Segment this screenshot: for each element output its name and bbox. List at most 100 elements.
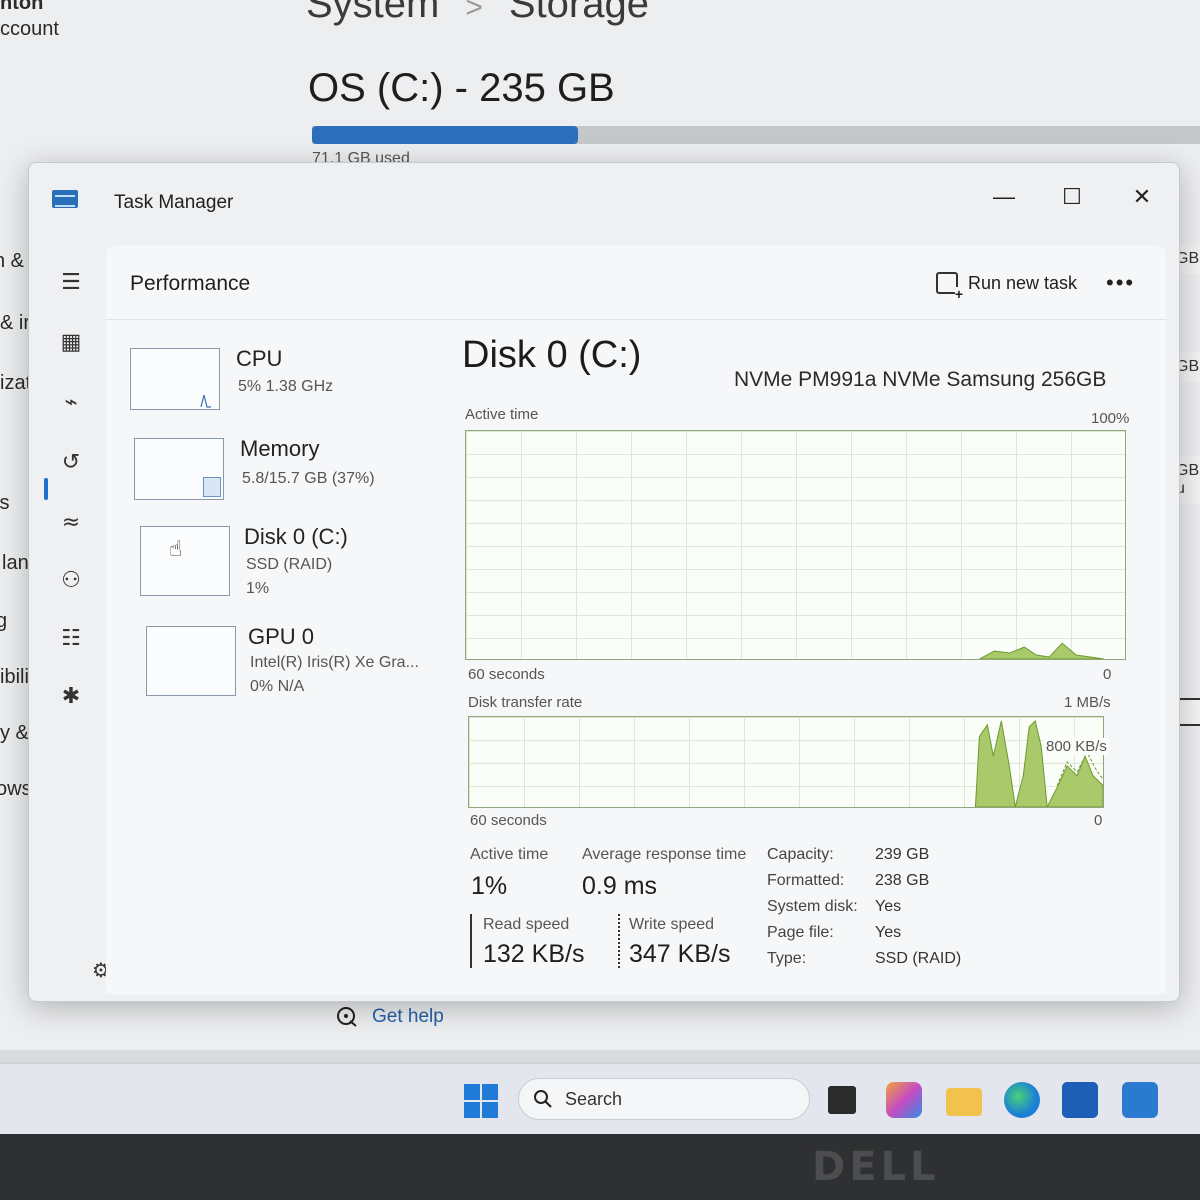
disk-model: NVMe PM991a NVMe Samsung 256GB [734, 368, 1107, 391]
start-icon[interactable] [464, 1084, 498, 1118]
title-bar[interactable]: Task Manager — ☐ ✕ [28, 162, 1180, 242]
property-key: System disk: [767, 898, 858, 915]
perf-item-memory[interactable]: Memory 5.8/15.7 GB (37%) [130, 436, 440, 508]
file-manager-icon[interactable] [828, 1086, 856, 1114]
property-value: SSD (RAID) [875, 950, 962, 967]
avg-response-label: Average response time [582, 846, 747, 863]
property-value: Yes [875, 924, 902, 941]
task-manager-app-icon [52, 190, 78, 208]
property-value: Yes [875, 898, 902, 915]
minimize-button[interactable]: — [984, 180, 1024, 214]
hamburger-menu-icon[interactable]: ☰ [58, 270, 84, 296]
breadcrumb-current: Storage [508, 0, 649, 26]
storage-usage-bar [312, 126, 1200, 144]
perf-item-sub: 5.8/15.7 GB (37%) [242, 470, 375, 487]
performance-icon[interactable]: ⌁ [58, 390, 84, 416]
nav-fragment[interactable]: ts [0, 492, 10, 515]
nav-fragment[interactable]: & ir [0, 312, 30, 335]
memory-thumbnail [134, 438, 224, 500]
transfer-rate-graph [468, 716, 1104, 808]
memory-fill [203, 477, 221, 497]
active-indicator [44, 478, 48, 500]
brand-logo: DELL [812, 1144, 940, 1190]
write-speed-marker [618, 914, 620, 968]
nav-fragment[interactable]: nton [0, 0, 43, 15]
taskbar: Search [0, 1062, 1200, 1134]
transfer-graph-label: Disk transfer rate [468, 694, 583, 711]
performance-panel: Performance Run new task ••• CPU 5% 1.38… [106, 246, 1166, 994]
nav-fragment[interactable]: n & [0, 250, 24, 273]
write-speed-value: 347 KB/s [629, 940, 731, 968]
run-new-task-label: Run new task [968, 272, 1078, 293]
edge-icon[interactable] [1004, 1082, 1040, 1118]
startup-apps-icon[interactable]: ≈ [58, 510, 84, 536]
property-key: Page file: [767, 924, 834, 941]
active-time-graph-label: Active time [465, 406, 539, 423]
services-icon[interactable]: ✱ [58, 684, 84, 710]
perf-item-name: Disk 0 (C:) [244, 524, 348, 549]
run-task-icon [936, 272, 963, 301]
help-chat-icon [337, 1007, 357, 1027]
window-title: Task Manager [114, 192, 234, 213]
more-options-button[interactable]: ••• [1106, 270, 1135, 296]
app-history-icon[interactable]: ↺ [58, 450, 84, 476]
perf-item-sub: SSD (RAID) [246, 556, 333, 573]
active-time-graph-duration: 60 seconds [468, 666, 545, 683]
folder-icon[interactable] [946, 1088, 982, 1116]
transfer-graph-min: 0 [1094, 812, 1103, 829]
maximize-button[interactable]: ☐ [1052, 180, 1092, 214]
copilot-icon[interactable] [886, 1082, 922, 1118]
perf-item-disk[interactable]: ☝ Disk 0 (C:) SSD (RAID) 1% [130, 524, 440, 608]
avg-response-value: 0.9 ms [582, 872, 658, 900]
property-value: 238 GB [875, 872, 930, 889]
read-speed-value: 132 KB/s [483, 940, 585, 968]
disk-title: Disk 0 (C:) [462, 334, 642, 376]
perf-item-sub: 1% [246, 580, 270, 597]
close-button[interactable]: ✕ [1122, 180, 1162, 214]
property-key: Formatted: [767, 872, 845, 889]
processes-icon[interactable]: ▦ [58, 330, 84, 356]
app-icon[interactable] [1122, 1082, 1158, 1118]
gpu-thumbnail [146, 626, 236, 696]
property-key: Type: [767, 950, 807, 967]
nav-fragment[interactable]: ccount [0, 18, 59, 41]
property-value: 239 GB [875, 846, 930, 863]
content-header: Performance Run new task ••• [106, 246, 1166, 320]
users-icon[interactable]: ⚇ [58, 568, 84, 594]
perf-item-sub: Intel(R) Iris(R) Xe Gra... [250, 654, 419, 671]
transfer-rate-series [974, 719, 1103, 807]
breadcrumb: System > Storage [306, 0, 649, 27]
laptop-bezel [0, 1134, 1200, 1200]
get-help-link[interactable]: Get help [336, 1006, 444, 1028]
drive-title: OS (C:) - 235 GB [308, 66, 615, 110]
active-time-label: Active time [470, 846, 549, 863]
hand-cursor-icon: ☝ [169, 537, 183, 562]
perf-item-sub: 0% N/A [250, 678, 305, 695]
active-time-graph-max: 100% [1091, 410, 1130, 427]
transfer-graph-max: 1 MB/s [1064, 694, 1111, 711]
run-new-task-button[interactable]: Run new task [936, 272, 1078, 301]
task-manager-window: Task Manager — ☐ ✕ ☰ ▦ ⌁ ↺ ≈ ⚇ ☷ ✱ ⚙ Per… [28, 162, 1180, 1002]
taskbar-search[interactable]: Search [518, 1078, 810, 1120]
breadcrumb-separator: > [465, 0, 483, 24]
active-time-series [979, 642, 1105, 659]
active-time-graph [465, 430, 1126, 660]
active-time-value: 1% [471, 872, 508, 900]
page-title: Performance [130, 272, 251, 295]
cpu-mini-graph [200, 394, 211, 408]
perf-item-cpu[interactable]: CPU 5% 1.38 GHz [130, 346, 440, 418]
active-time-graph-min: 0 [1103, 666, 1112, 683]
details-icon[interactable]: ☷ [58, 626, 84, 652]
store-icon[interactable] [1062, 1082, 1098, 1118]
perf-item-gpu[interactable]: GPU 0 Intel(R) Iris(R) Xe Gra... 0% N/A [130, 624, 440, 708]
left-rail: ☰ ▦ ⌁ ↺ ≈ ⚇ ☷ ✱ [44, 242, 108, 982]
nav-fragment[interactable]: g [0, 610, 7, 633]
disk-thumbnail: ☝ [140, 526, 230, 596]
breadcrumb-parent[interactable]: System [306, 0, 439, 26]
perf-item-name: GPU 0 [248, 624, 315, 649]
read-speed-marker [470, 914, 472, 968]
search-placeholder: Search [565, 1088, 623, 1109]
property-key: Capacity: [767, 846, 834, 863]
storage-usage-fill [312, 126, 579, 144]
perf-item-sub: 5% 1.38 GHz [238, 378, 334, 395]
